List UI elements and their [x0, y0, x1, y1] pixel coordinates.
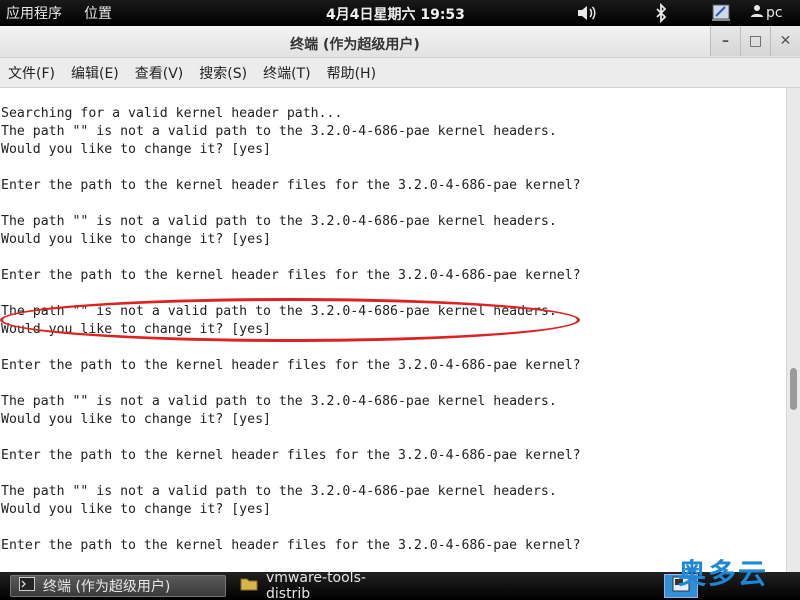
accessibility-icon[interactable] — [710, 2, 732, 24]
terminal-line: The path "" is not a valid path to the 3… — [1, 484, 557, 499]
window-titlebar[interactable]: 终端 (作为超级用户) – □ ✕ — [0, 26, 800, 58]
terminal-line: Would you like to change it? [yes] — [1, 412, 271, 427]
window-title: 终端 (作为超级用户) — [290, 37, 420, 53]
watermark-logo: 奥多云 — [678, 557, 769, 590]
terminal-line: Enter the path to the kernel header file… — [1, 538, 581, 553]
terminal-line: The path "" is not a valid path to the 3… — [1, 214, 557, 229]
terminal-icon — [19, 577, 35, 595]
folder-icon — [240, 577, 258, 595]
terminal-line: Enter the path to the kernel header file… — [1, 358, 581, 373]
panel-clock[interactable]: 4月4日星期六 19:53 — [326, 4, 465, 24]
terminal-line: Searching for a valid kernel header path… — [1, 106, 343, 121]
maximize-icon: □ — [748, 33, 763, 49]
taskbar-item-label: 终端 (作为超级用户) — [43, 579, 171, 595]
taskbar-item-label: vmware-tools-distrib — [266, 570, 366, 600]
maximize-button[interactable]: □ — [740, 26, 770, 56]
terminal-output[interactable]: Searching for a valid kernel header path… — [0, 88, 786, 572]
close-button[interactable]: ✕ — [770, 26, 800, 56]
menu-file[interactable]: 文件(F) — [8, 63, 55, 83]
menu-view[interactable]: 查看(V) — [135, 63, 184, 83]
menu-bar: 文件(F) 编辑(E) 查看(V) 搜索(S) 终端(T) 帮助(H) — [0, 58, 800, 88]
terminal-line: Enter the path to the kernel header file… — [1, 268, 581, 283]
terminal-line: The path "" is not a valid path to the 3… — [1, 304, 557, 319]
terminal-line: Would you like to change it? [yes] — [1, 142, 271, 157]
terminal-line: The path "" is not a valid path to the 3… — [1, 394, 557, 409]
menu-terminal[interactable]: 终端(T) — [263, 63, 310, 83]
terminal-line: Enter the path to the kernel header file… — [1, 448, 581, 463]
minimize-icon: – — [722, 33, 729, 49]
terminal-line: Would you like to change it? [yes] — [1, 322, 271, 337]
places-menu[interactable]: 位置 — [84, 3, 112, 23]
scrollbar-thumb[interactable] — [790, 368, 797, 410]
menu-edit[interactable]: 编辑(E) — [71, 63, 119, 83]
terminal-line: The path "" is not a valid path to the 3… — [1, 124, 557, 139]
user-menu[interactable]: pc — [750, 4, 783, 22]
menu-help[interactable]: 帮助(H) — [327, 63, 376, 83]
taskbar-item-terminal[interactable]: 终端 (作为超级用户) — [10, 575, 226, 597]
terminal-line: Would you like to change it? [yes] — [1, 502, 271, 517]
applications-menu[interactable]: 应用程序 — [6, 3, 62, 23]
volume-icon[interactable] — [576, 2, 598, 24]
terminal-line: Enter the path to the kernel header file… — [1, 178, 581, 193]
top-panel: 应用程序 位置 4月4日星期六 19:53 pc — [0, 0, 800, 26]
menu-search[interactable]: 搜索(S) — [199, 63, 247, 83]
user-name: pc — [766, 5, 783, 21]
minimize-button[interactable]: – — [710, 26, 740, 56]
terminal-scrollbar[interactable] — [786, 88, 800, 572]
bluetooth-icon[interactable] — [650, 2, 672, 24]
taskbar-item-vmware-tools[interactable]: vmware-tools-distrib — [232, 570, 412, 600]
close-icon: ✕ — [779, 33, 792, 49]
terminal-line: Would you like to change it? [yes] — [1, 232, 271, 247]
user-icon — [750, 4, 764, 22]
